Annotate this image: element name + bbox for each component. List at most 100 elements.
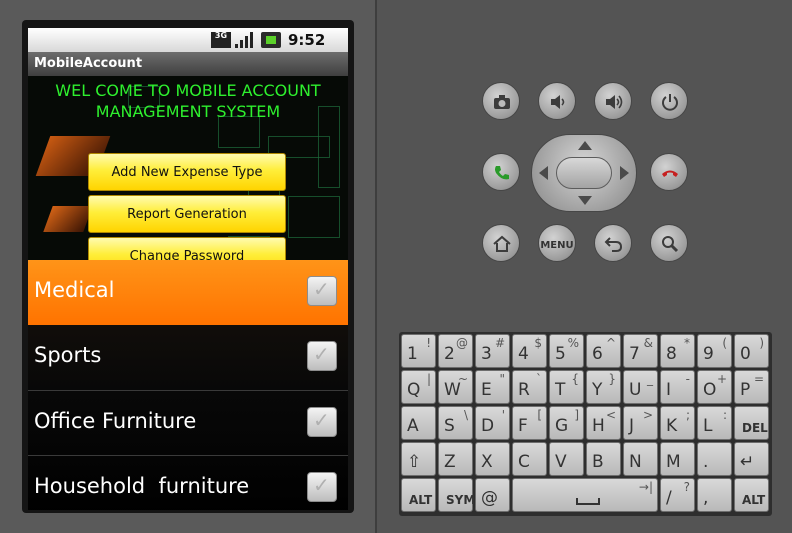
- app-title-bar: MobileAccount: [28, 52, 348, 76]
- end-call-button[interactable]: [650, 153, 688, 191]
- key-l[interactable]: L:: [697, 406, 732, 440]
- key-alt-label: !: [426, 336, 431, 350]
- key-i[interactable]: I-: [660, 370, 695, 404]
- key-h[interactable]: H <: [586, 406, 621, 440]
- dpad-down-icon[interactable]: [578, 196, 592, 205]
- key-slash[interactable]: /?: [660, 478, 695, 512]
- search-button[interactable]: [650, 224, 688, 262]
- back-button[interactable]: [594, 224, 632, 262]
- welcome-line-2: MANAGEMENT SYSTEM: [95, 102, 281, 121]
- key-alt-left[interactable]: ALT: [401, 478, 436, 512]
- report-generation-button[interactable]: Report Generation: [88, 195, 286, 233]
- expense-type-list: Medical Sports Office Furniture Househol…: [28, 260, 348, 510]
- menu-button[interactable]: MENU: [538, 224, 576, 262]
- dpad-up-icon[interactable]: [578, 141, 592, 150]
- key-label: DEL: [742, 421, 768, 435]
- key-alt-label: &: [643, 336, 653, 350]
- add-expense-type-button[interactable]: Add New Expense Type: [88, 153, 286, 191]
- camera-button[interactable]: [482, 82, 520, 120]
- key-o[interactable]: O +: [697, 370, 732, 404]
- key-n[interactable]: N: [623, 442, 658, 476]
- key-6[interactable]: 6 ^: [586, 334, 621, 368]
- dpad[interactable]: [531, 134, 637, 212]
- key-m[interactable]: M: [660, 442, 695, 476]
- key-d[interactable]: D ': [475, 406, 510, 440]
- key-.[interactable]: .: [697, 442, 732, 476]
- key-k[interactable]: K;: [660, 406, 695, 440]
- key-u[interactable]: U _: [623, 370, 658, 404]
- volume-down-icon: [551, 95, 565, 109]
- list-item-household-furniture[interactable]: Household furniture: [28, 455, 348, 510]
- key-1[interactable]: 1!: [401, 334, 436, 368]
- key-delete[interactable]: DEL: [734, 406, 769, 440]
- key-e[interactable]: E ": [475, 370, 510, 404]
- key-comma[interactable]: ,: [697, 478, 732, 512]
- key-label: C: [518, 452, 530, 472]
- volume-up-button[interactable]: [594, 82, 632, 120]
- key-alt-label: {: [571, 372, 579, 386]
- household-furniture-checkbox[interactable]: [307, 472, 337, 502]
- power-icon: [662, 94, 678, 111]
- battery-icon: [261, 32, 281, 48]
- key-0[interactable]: 0): [734, 334, 769, 368]
- key-label: P: [740, 380, 751, 400]
- key-2[interactable]: 2 @: [438, 334, 473, 368]
- key-z[interactable]: Z: [438, 442, 473, 476]
- key-f[interactable]: F[: [512, 406, 547, 440]
- sports-checkbox[interactable]: [307, 341, 337, 371]
- key-shift[interactable]: ⇧: [401, 442, 436, 476]
- dpad-center-button[interactable]: [556, 157, 612, 189]
- key-c[interactable]: C: [512, 442, 547, 476]
- dpad-right-icon[interactable]: [620, 166, 629, 180]
- power-button[interactable]: [650, 82, 688, 120]
- dpad-left-icon[interactable]: [539, 166, 548, 180]
- key-8[interactable]: 8 *: [660, 334, 695, 368]
- key-4[interactable]: 4 $: [512, 334, 547, 368]
- status-bar: 3G 9:52 AM: [28, 28, 348, 66]
- key-j[interactable]: J >: [623, 406, 658, 440]
- key-alt-label: |: [426, 372, 431, 386]
- key-label: X: [481, 452, 493, 472]
- office-furniture-checkbox[interactable]: [307, 407, 337, 437]
- key-space[interactable]: →|: [512, 478, 658, 512]
- list-item-sports[interactable]: Sports: [28, 325, 348, 390]
- volume-up-icon: [606, 95, 623, 109]
- list-item-medical[interactable]: Medical: [28, 260, 348, 325]
- key-enter[interactable]: ↵: [734, 442, 769, 476]
- key-label: 3: [481, 344, 492, 364]
- key-alt-label: ~: [457, 372, 468, 386]
- key-9[interactable]: 9(: [697, 334, 732, 368]
- key-p[interactable]: P =: [734, 370, 769, 404]
- key-q[interactable]: Q |: [401, 370, 436, 404]
- key-label: 1: [407, 344, 418, 364]
- key-b[interactable]: B: [586, 442, 621, 476]
- medical-checkbox[interactable]: [307, 276, 337, 306]
- key-a[interactable]: A: [401, 406, 436, 440]
- key-v[interactable]: V: [549, 442, 584, 476]
- call-button[interactable]: [482, 153, 520, 191]
- key-alt-label: -: [685, 372, 690, 386]
- key-w[interactable]: W ~: [438, 370, 473, 404]
- key-3[interactable]: 3 #: [475, 334, 510, 368]
- signal-strength-icon: [235, 32, 255, 48]
- key-at[interactable]: @: [475, 478, 510, 512]
- app-title: MobileAccount: [34, 56, 143, 71]
- list-item-office-furniture[interactable]: Office Furniture: [28, 390, 348, 455]
- key-5[interactable]: 5%: [549, 334, 584, 368]
- key-x[interactable]: X: [475, 442, 510, 476]
- key-r[interactable]: R `: [512, 370, 547, 404]
- key-y[interactable]: Y}: [586, 370, 621, 404]
- key-label: ↵: [740, 452, 755, 472]
- key-alt-label: `: [536, 372, 542, 386]
- list-item-label: Household furniture: [34, 474, 250, 498]
- key-t[interactable]: T{: [549, 370, 584, 404]
- key-alt-label: @: [456, 336, 468, 350]
- key-label: O: [703, 380, 717, 400]
- key-7[interactable]: 7 &: [623, 334, 658, 368]
- key-alt-right[interactable]: ALT: [734, 478, 769, 512]
- volume-down-button[interactable]: [538, 82, 576, 120]
- key-sym[interactable]: SYM: [438, 478, 475, 512]
- home-button[interactable]: [482, 224, 520, 262]
- key-s[interactable]: S \: [438, 406, 473, 440]
- key-g[interactable]: G]: [549, 406, 584, 440]
